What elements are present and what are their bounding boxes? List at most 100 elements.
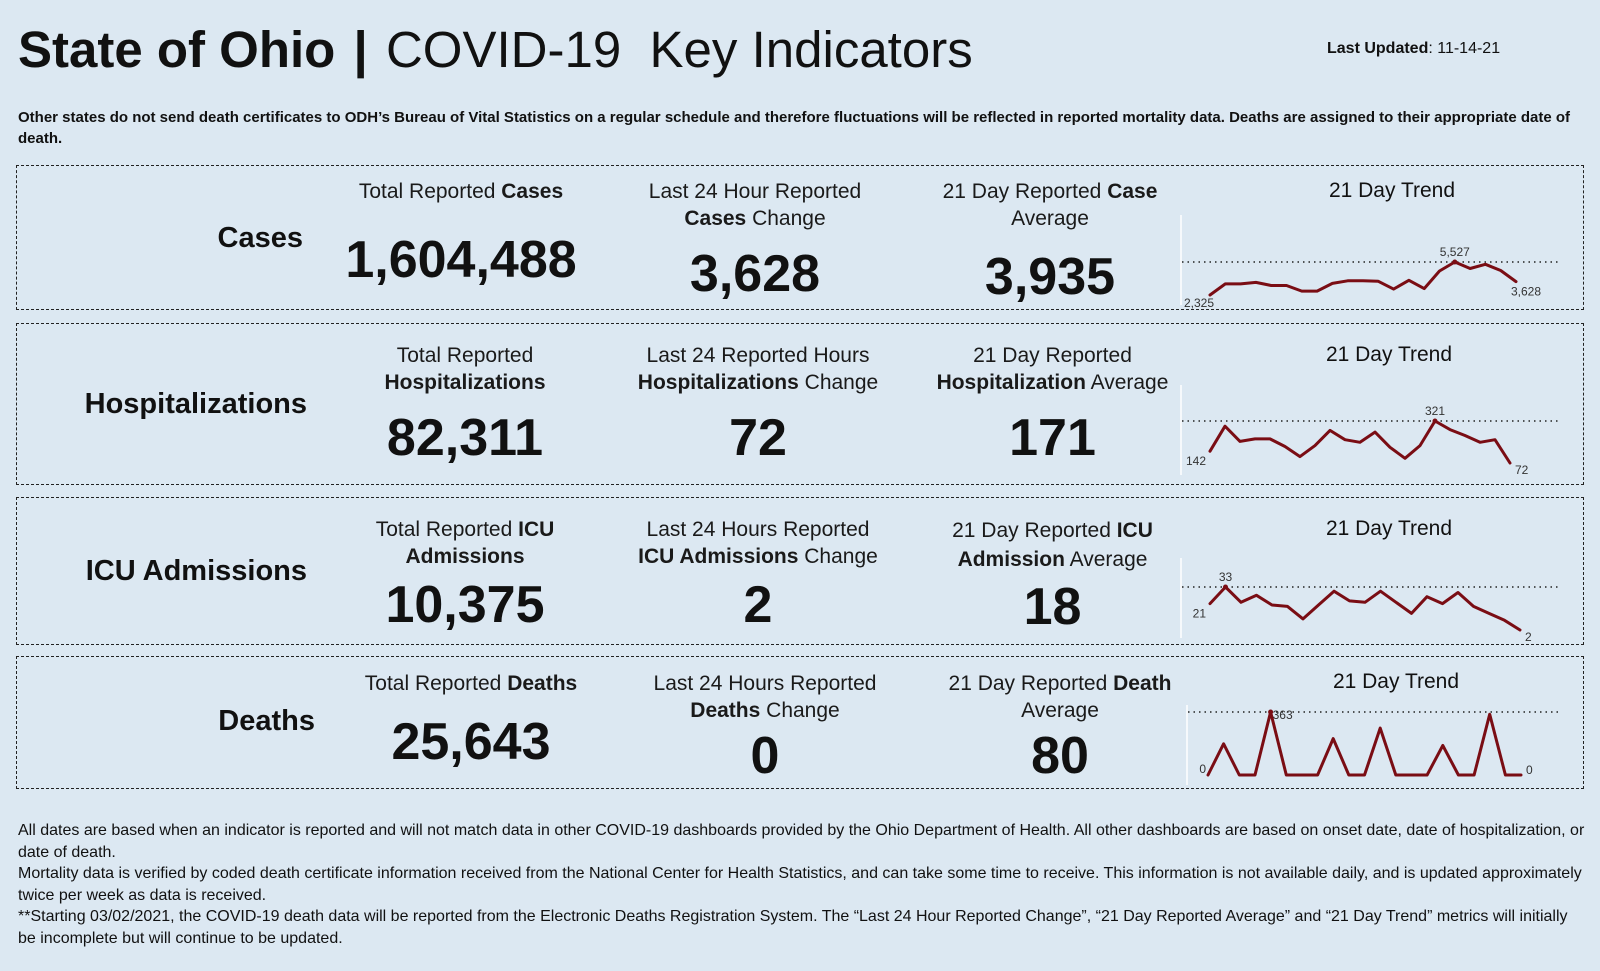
heading-bold: Cases <box>501 180 564 203</box>
trend-end-label: 0 <box>1526 763 1533 777</box>
heading-text: 21 Day Reported <box>948 672 1114 695</box>
heading-bold: Admissions <box>405 545 525 568</box>
heading-text: Last 24 Reported Hours <box>646 344 870 367</box>
trend-line <box>1206 710 1523 777</box>
heading-text: Average <box>1021 699 1099 722</box>
last-updated-label: Last Updated <box>1327 40 1429 57</box>
footer-note: **Starting 03/02/2021, the COVID-19 deat… <box>18 908 1568 947</box>
footer-note: Mortality data is verified by coded deat… <box>18 865 1582 904</box>
trend-point <box>1452 259 1458 265</box>
cases-total-heading: Total Reported Cases <box>320 178 602 205</box>
cases-change-heading: Last 24 Hour Reported Cases Change <box>605 178 905 232</box>
heading-text: Total Reported <box>364 672 508 695</box>
icu-change-value: 2 <box>743 576 773 634</box>
heading-text: Change <box>760 699 840 722</box>
title-separator: | <box>353 21 368 78</box>
footer-note: All dates are based when an indicator is… <box>18 822 1585 861</box>
trend-end-label: 2 <box>1525 630 1532 644</box>
footer-notes: All dates are based when an indicator is… <box>18 820 1588 949</box>
hosp-avg-heading: 21 Day Reported Hospitalization Average <box>895 342 1210 396</box>
icu-avg-value: 18 <box>1023 578 1082 636</box>
cases-trend-title: 21 Day Trend <box>1328 179 1456 202</box>
deaths-trend-title: 21 Day Trend <box>1332 670 1460 693</box>
heading-text: Last 24 Hour Reported <box>648 180 862 203</box>
heading-bold: ICU Admissions <box>638 545 799 568</box>
icu-avg-heading: 21 Day Reported ICU Admission Average <box>895 516 1210 574</box>
trend-end-label: 3,628 <box>1511 285 1541 299</box>
cases-avg-value: 3,935 <box>984 248 1116 306</box>
heading-bold: Cases <box>684 207 747 230</box>
heading-text: Change <box>798 371 879 394</box>
mortality-notice: Other states do not send death certifica… <box>18 109 1571 147</box>
heading-text: Change <box>798 545 878 568</box>
hosp-avg-value: 171 <box>1009 409 1096 467</box>
heading-bold: Hospitalizations <box>384 371 546 394</box>
hosp-trend-title: 21 Day Trend <box>1325 343 1453 366</box>
heading-bold: Case <box>1107 180 1158 203</box>
row-label-icu: ICU Admissions <box>85 555 307 587</box>
icu-total-value: 10,375 <box>385 576 545 634</box>
row-label-cases: Cases <box>217 222 303 254</box>
last-updated: Last Updated: 11-14-21 <box>1327 40 1500 58</box>
heading-bold: Hospitalizations <box>637 371 799 394</box>
hosp-trend-chart: 142 321 72 <box>1180 385 1560 477</box>
heading-text: Average <box>1011 207 1089 230</box>
hosp-total-heading: Total Reported Hospitalizations <box>320 342 610 396</box>
deaths-avg-heading: 21 Day Reported Death Average <box>905 670 1215 724</box>
trend-start-label: 21 <box>1193 607 1207 621</box>
heading-text: Average <box>1064 548 1148 571</box>
trend-start-label: 2,325 <box>1184 296 1214 310</box>
trend-peak-label: 363 <box>1273 708 1293 722</box>
deaths-change-value: 0 <box>750 727 780 785</box>
trend-end-label: 72 <box>1515 463 1529 477</box>
heading-bold: Deaths <box>507 672 578 695</box>
trend-line <box>1208 585 1522 632</box>
heading-bold: Death <box>1113 672 1172 695</box>
heading-text: Total Reported <box>358 180 502 203</box>
heading-bold: ICU <box>1116 519 1153 542</box>
cases-trend-chart: 2,325 5,527 3,628 <box>1180 215 1560 310</box>
deaths-change-heading: Last 24 Hours Reported Deaths Change <box>610 670 920 724</box>
icu-trend-chart: 21 33 2 <box>1180 558 1560 644</box>
trend-start-label: 0 <box>1199 762 1206 776</box>
heading-text: Last 24 Hours Reported <box>646 518 870 541</box>
heading-text: Total Reported <box>375 518 519 541</box>
title-state: State of Ohio <box>18 21 336 78</box>
row-label-hospitalizations: Hospitalizations <box>84 388 307 420</box>
heading-bold: ICU <box>518 518 555 541</box>
icu-change-heading: Last 24 Hours Reported ICU Admissions Cha… <box>600 516 916 570</box>
deaths-trend-chart: 0 363 0 <box>1186 705 1560 785</box>
hosp-change-heading: Last 24 Reported Hours Hospitalizations C… <box>600 342 916 396</box>
cases-total-value: 1,604,488 <box>345 231 577 289</box>
heading-bold: Deaths <box>690 699 761 722</box>
trend-peak-label: 321 <box>1425 404 1445 418</box>
heading-text: 21 Day Reported <box>952 519 1117 542</box>
hosp-total-value: 82,311 <box>386 409 544 467</box>
heading-text: 21 Day Reported <box>942 180 1108 203</box>
heading-bold: Admission <box>957 548 1065 571</box>
icu-total-heading: Total Reported ICU Admissions <box>320 516 610 570</box>
trend-point <box>1432 418 1438 424</box>
deaths-avg-value: 80 <box>1031 727 1089 785</box>
last-updated-value: : 11-14-21 <box>1428 40 1501 57</box>
cases-change-value: 3,628 <box>689 245 821 303</box>
heading-bold: Hospitalization <box>936 371 1086 394</box>
deaths-total-heading: Total Reported Deaths <box>330 670 612 697</box>
icu-trend-title: 21 Day Trend <box>1325 517 1453 540</box>
page-title: State of Ohio | COVID-19 Key Indicators <box>18 20 973 80</box>
trend-start-label: 142 <box>1186 454 1206 468</box>
hosp-change-value: 72 <box>729 409 787 467</box>
trend-peak-label: 5,527 <box>1440 245 1470 259</box>
trend-point <box>1223 584 1228 590</box>
trend-line <box>1208 419 1512 465</box>
deaths-total-value: 25,643 <box>391 713 551 771</box>
heading-text: Average <box>1085 371 1169 394</box>
heading-text: Total Reported <box>396 344 534 367</box>
trend-line <box>1208 260 1518 297</box>
heading-text: Last 24 Hours Reported <box>653 672 877 695</box>
row-label-deaths: Deaths <box>218 705 315 737</box>
trend-peak-label: 33 <box>1219 570 1233 584</box>
heading-text: 21 Day Reported <box>973 344 1132 367</box>
cases-avg-heading: 21 Day Reported Case Average <box>900 178 1200 232</box>
heading-text: Change <box>746 207 826 230</box>
